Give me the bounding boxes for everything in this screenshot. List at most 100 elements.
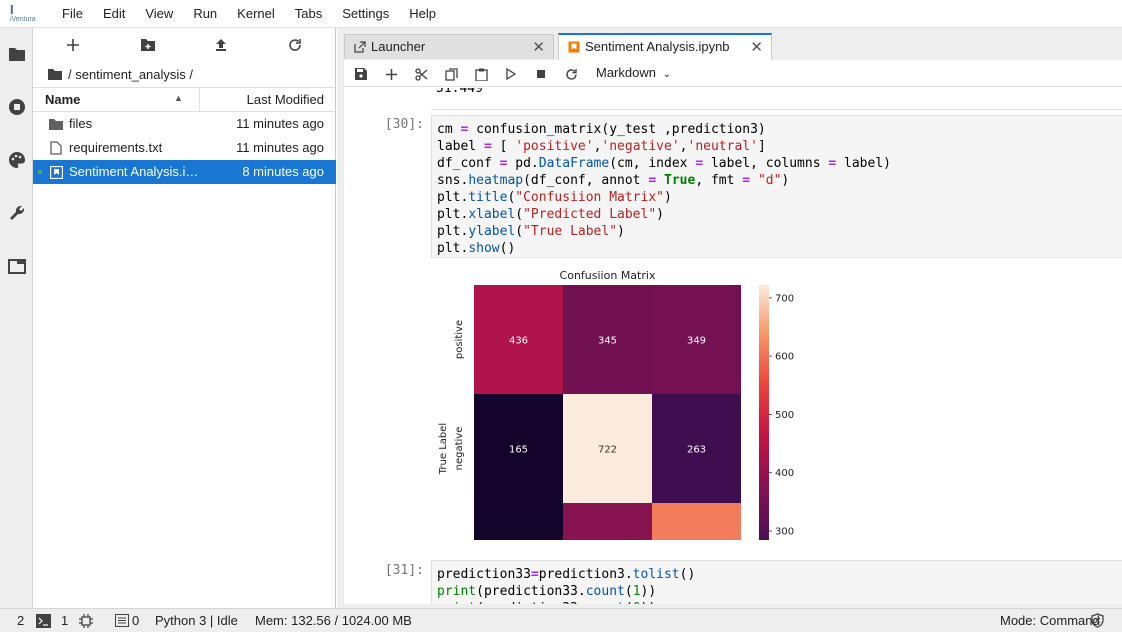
tab-notebook[interactable]: Sentiment Analysis.ipynb ✕ <box>558 33 772 60</box>
cut-icon[interactable] <box>410 64 432 84</box>
menu-view[interactable]: View <box>135 0 183 28</box>
menu-kernel[interactable]: Kernel <box>227 0 285 28</box>
stop-icon[interactable] <box>530 64 552 84</box>
file-modified: 11 minutes ago <box>236 140 324 155</box>
code-cell[interactable]: cm = confusion_matrix(y_test ,prediction… <box>431 115 1122 258</box>
save-icon[interactable] <box>350 64 372 84</box>
paste-icon[interactable] <box>470 64 492 84</box>
cell-value-label: 165 <box>509 445 528 456</box>
menu-tabs[interactable]: Tabs <box>285 0 332 28</box>
running-indicator <box>38 170 42 174</box>
tab-label: Launcher <box>371 39 426 54</box>
cell-value-label: 263 <box>687 445 706 456</box>
code-cell[interactable]: prediction33=prediction3.tolist() print(… <box>431 560 1122 604</box>
heatmap-cell <box>652 503 741 540</box>
file-row[interactable]: files 11 minutes ago <box>33 112 336 136</box>
breadcrumb-folder-icon[interactable] <box>48 68 62 80</box>
restart-icon[interactable] <box>560 64 582 84</box>
mode-indicator: Mode: Command <box>1000 613 1100 628</box>
heatmap-cell <box>474 503 563 540</box>
code-line: df_conf = pd.DataFrame(cm, index = label… <box>437 156 891 171</box>
colorbar-tick-label: 400 <box>775 468 794 479</box>
menu-bar: I iVentura File Edit View Run Kernel Tab… <box>0 0 1122 28</box>
left-sidebar-rail <box>0 28 33 608</box>
file-name: requirements.txt <box>69 140 163 155</box>
code-line: prediction33=prediction3.tolist() <box>437 567 696 582</box>
code-line: print(prediction33.count(1)) <box>437 584 657 599</box>
kernel-icon[interactable] <box>79 614 93 631</box>
text-file-icon <box>48 140 64 156</box>
code-line: plt.xlabel("Predicted Label") <box>437 207 664 222</box>
cells-icon[interactable] <box>115 614 129 630</box>
file-browser: / sentiment_analysis / Name ▲ Last Modif… <box>33 28 336 608</box>
column-modified-header[interactable]: Last Modified <box>247 92 324 107</box>
chevron-down-icon: ⌄ <box>662 69 671 80</box>
cell-prompt: [30]: <box>384 117 424 132</box>
main-area: Launcher ✕ Sentiment Analysis.ipynb ✕ Ma… <box>337 28 1122 608</box>
y-axis-label: True Label <box>438 423 449 475</box>
cell-value-label: 436 <box>509 336 528 347</box>
new-launcher-icon[interactable] <box>61 35 85 55</box>
cell-value-label: 722 <box>598 445 617 456</box>
close-icon[interactable]: ✕ <box>750 38 763 56</box>
shield-icon[interactable] <box>1090 613 1105 631</box>
code-line: label = [ 'positive','negative','neutral… <box>437 139 766 154</box>
colorbar-tick-label: 700 <box>775 293 794 304</box>
add-cell-icon[interactable] <box>380 64 402 84</box>
app-logo: I iVentura <box>0 0 52 28</box>
status-bar: 2 1 0 Python 3 | Idle Mem: 132.56 / 1024… <box>0 608 1122 632</box>
palette-icon[interactable] <box>0 140 33 180</box>
cell-value-label: 349 <box>687 336 706 347</box>
file-modified: 8 minutes ago <box>242 164 324 179</box>
code-line: plt.show() <box>437 241 516 256</box>
upload-icon[interactable] <box>209 35 233 55</box>
colorbar-tick-label: 500 <box>775 410 794 421</box>
cell-type-label: Markdown <box>596 65 656 80</box>
column-name-header[interactable]: Name <box>45 92 80 107</box>
wrench-icon[interactable] <box>0 193 33 233</box>
cell-type-dropdown[interactable]: Markdown ⌄ <box>596 65 671 80</box>
menu-run[interactable]: Run <box>183 0 227 28</box>
tab-launcher[interactable]: Launcher ✕ <box>344 34 554 59</box>
memory-usage: Mem: 132.56 / 1024.00 MB <box>255 613 412 628</box>
terminal-icon[interactable] <box>36 614 51 631</box>
folder-icon <box>48 116 64 132</box>
folder-icon[interactable] <box>0 34 33 74</box>
code-line: plt.ylabel("True Label") <box>437 224 625 239</box>
code-line: cm = confusion_matrix(y_test ,prediction… <box>437 122 766 137</box>
colorbar-tick-label: 600 <box>775 352 794 363</box>
file-name: files <box>69 116 93 131</box>
colorbar-tick-label: 300 <box>775 526 794 537</box>
kernel-status[interactable]: Python 3 | Idle <box>155 613 238 628</box>
run-icon[interactable] <box>500 64 522 84</box>
terminal-count[interactable]: 2 <box>17 613 24 628</box>
chart-title: Confusiion Matrix <box>560 269 656 282</box>
code-line: plt.title("Confusiion Matrix") <box>437 190 672 205</box>
code-line: print(prediction33.count(0)) <box>437 600 656 604</box>
y-tick-label: negative <box>454 427 465 471</box>
cell-prompt: [31]: <box>384 563 424 578</box>
refresh-icon[interactable] <box>283 35 307 55</box>
kernel-count[interactable]: 1 <box>61 613 68 628</box>
menu-settings[interactable]: Settings <box>332 0 399 28</box>
new-folder-icon[interactable] <box>136 35 160 55</box>
file-modified: 11 minutes ago <box>236 116 324 131</box>
file-row-selected[interactable]: Sentiment Analysis.ipynb 8 minutes ago <box>33 160 336 184</box>
code-line: sns.heatmap(df_conf, annot = True, fmt =… <box>437 173 790 188</box>
menu-edit[interactable]: Edit <box>93 0 135 28</box>
running-icon[interactable] <box>0 87 33 127</box>
confusion-matrix-heatmap: Confusiion Matrix43634534916572226316137… <box>438 269 794 540</box>
cells-count[interactable]: 0 <box>132 613 139 628</box>
file-row[interactable]: requirements.txt 11 minutes ago <box>33 136 336 160</box>
menu-help[interactable]: Help <box>399 0 446 28</box>
close-icon[interactable]: ✕ <box>532 38 545 56</box>
breadcrumb-path[interactable]: / sentiment_analysis / <box>68 67 193 82</box>
tabs-icon[interactable] <box>0 246 33 286</box>
menu-file[interactable]: File <box>52 0 93 28</box>
logo-text: iVentura <box>10 15 36 23</box>
file-name: Sentiment Analysis.ipynb <box>69 164 199 179</box>
cell-divider <box>431 109 1122 110</box>
copy-icon[interactable] <box>440 64 462 84</box>
launcher-icon <box>353 40 367 54</box>
breadcrumb: / sentiment_analysis / <box>48 65 193 83</box>
